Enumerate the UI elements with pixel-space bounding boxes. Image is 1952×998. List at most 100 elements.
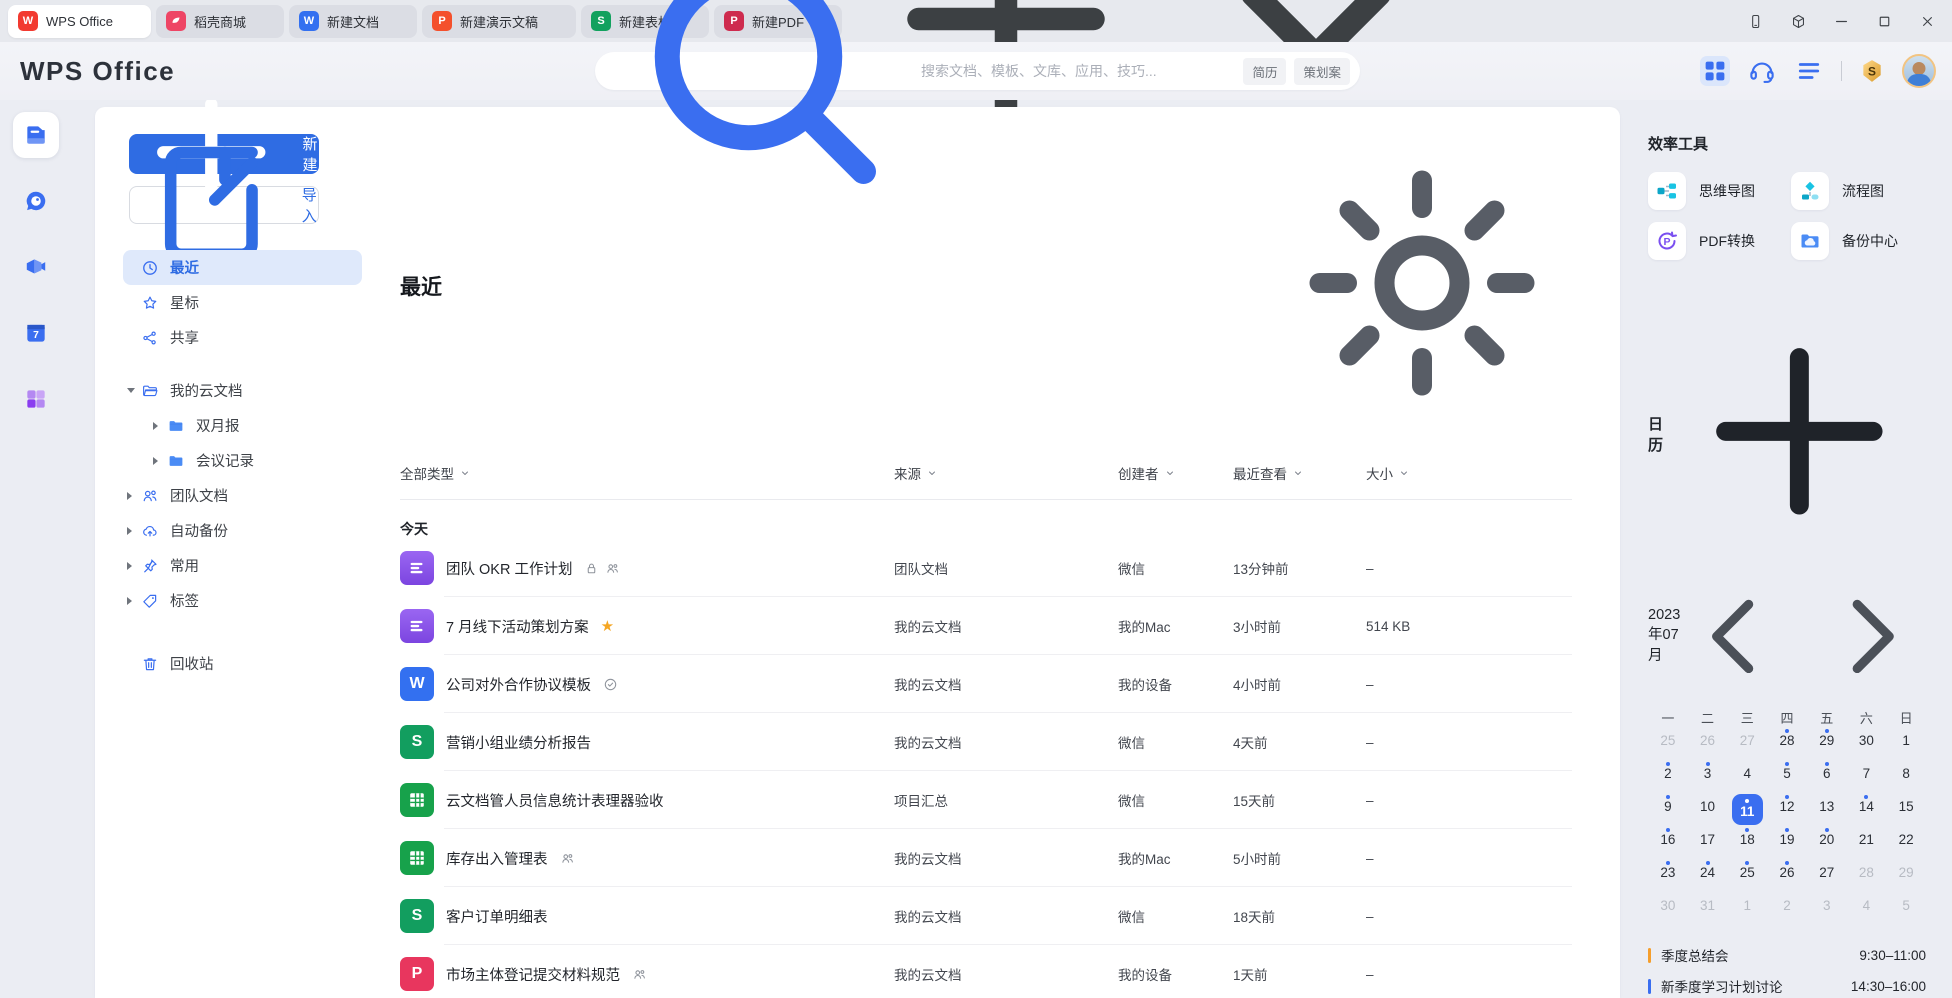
calendar-day-17[interactable]: 17 — [1688, 826, 1728, 859]
calendar-day-24[interactable]: 24 — [1688, 859, 1728, 892]
calendar-day-16[interactable]: 16 — [1648, 826, 1688, 859]
search-tag[interactable]: 简历 — [1243, 58, 1286, 85]
calendar-day-25[interactable]: 25 — [1727, 859, 1767, 892]
file-row[interactable]: 云文档管人员信息统计表理器验收项目汇总微信15天前– — [400, 771, 1572, 829]
sidebar-item-我的云文档[interactable]: 我的云文档 — [123, 373, 362, 408]
filter-全部类型[interactable]: 全部类型 — [400, 463, 471, 483]
calendar-day-18[interactable]: 18 — [1727, 826, 1767, 859]
calendar-day-11[interactable]: 11 — [1727, 793, 1767, 826]
import-button[interactable]: 导入 — [129, 186, 319, 224]
support-headset-button[interactable] — [1747, 56, 1777, 86]
calendar-day-28[interactable]: 28 — [1767, 727, 1807, 760]
caret-right-icon[interactable] — [153, 422, 167, 430]
calendar-day-10[interactable]: 10 — [1688, 793, 1728, 826]
rail-item-meeting[interactable] — [13, 244, 59, 290]
file-row[interactable]: P市场主体登记提交材料规范我的云文档我的设备1天前– — [400, 945, 1572, 998]
caret-right-icon[interactable] — [127, 492, 141, 500]
calendar-day-3[interactable]: 3 — [1807, 892, 1847, 925]
calendar-day-31[interactable]: 31 — [1688, 892, 1728, 925]
tool-mindmap[interactable]: 思维导图 — [1648, 167, 1783, 215]
tab-presentation[interactable]: P新建演示文稿 — [422, 5, 576, 38]
calendar-day-1[interactable]: 1 — [1886, 727, 1926, 760]
calendar-day-29[interactable]: 29 — [1807, 727, 1847, 760]
tool-pdf-convert[interactable]: PPDF转换 — [1648, 217, 1783, 265]
file-row[interactable]: S客户订单明细表我的云文档微信18天前– — [400, 887, 1572, 945]
sidebar-item-星标[interactable]: 星标 — [123, 285, 362, 320]
task-list-button[interactable] — [1794, 56, 1824, 86]
user-avatar[interactable] — [1902, 54, 1936, 88]
calendar-day-3[interactable]: 3 — [1688, 760, 1728, 793]
file-row[interactable]: S营销小组业绩分析报告我的云文档微信4天前– — [400, 713, 1572, 771]
file-row[interactable]: 7 月线下活动策划方案★我的云文档我的Mac3小时前514 KB — [400, 597, 1572, 655]
add-event-button[interactable] — [1673, 305, 1926, 563]
calendar-day-30[interactable]: 30 — [1847, 727, 1887, 760]
file-row[interactable]: 库存出入管理表我的云文档我的Mac5小时前– — [400, 829, 1572, 887]
tool-flowchart[interactable]: 流程图 — [1791, 167, 1926, 215]
sidebar-item-标签[interactable]: 标签 — [123, 583, 362, 618]
calendar-day-28[interactable]: 28 — [1847, 859, 1887, 892]
maximize-button[interactable] — [1876, 13, 1893, 30]
calendar-day-4[interactable]: 4 — [1727, 760, 1767, 793]
filter-大小[interactable]: 大小 — [1366, 463, 1410, 483]
calendar-day-14[interactable]: 14 — [1847, 793, 1887, 826]
calendar-day-27[interactable]: 27 — [1807, 859, 1847, 892]
workspace-button[interactable] — [1790, 13, 1807, 30]
rail-item-documents[interactable] — [13, 112, 59, 158]
tool-backup[interactable]: 备份中心 — [1791, 217, 1926, 265]
caret-down-icon[interactable] — [127, 388, 141, 393]
calendar-day-21[interactable]: 21 — [1847, 826, 1887, 859]
sidebar-item-自动备份[interactable]: 自动备份 — [123, 513, 362, 548]
calendar-day-26[interactable]: 26 — [1688, 727, 1728, 760]
caret-right-icon[interactable] — [127, 527, 141, 535]
sidebar-item-团队文档[interactable]: 团队文档 — [123, 478, 362, 513]
tab-docer[interactable]: 稻壳商城 — [156, 5, 284, 38]
filter-最近查看[interactable]: 最近查看 — [1233, 463, 1304, 483]
filter-来源[interactable]: 来源 — [894, 463, 938, 483]
sidebar-item-常用[interactable]: 常用 — [123, 548, 362, 583]
list-settings-gear-button[interactable] — [1272, 133, 1572, 438]
search-bar[interactable]: 简历策划案 — [595, 52, 1360, 90]
tab-wps-logo[interactable]: WWPS Office — [8, 5, 151, 38]
calendar-day-15[interactable]: 15 — [1886, 793, 1926, 826]
search-input[interactable] — [921, 63, 1243, 79]
calendar-day-5[interactable]: 5 — [1767, 760, 1807, 793]
rail-item-apps[interactable] — [13, 376, 59, 422]
calendar-day-26[interactable]: 26 — [1767, 859, 1807, 892]
calendar-day-30[interactable]: 30 — [1648, 892, 1688, 925]
calendar-day-7[interactable]: 7 — [1847, 760, 1887, 793]
calendar-day-9[interactable]: 9 — [1648, 793, 1688, 826]
file-row[interactable]: W公司对外合作协议模板我的云文档我的设备4小时前– — [400, 655, 1572, 713]
caret-right-icon[interactable] — [153, 457, 167, 465]
sidebar-item-双月报[interactable]: 双月报 — [123, 408, 362, 443]
caret-right-icon[interactable] — [127, 562, 141, 570]
mobile-sync-button[interactable] — [1747, 13, 1764, 30]
calendar-day-8[interactable]: 8 — [1886, 760, 1926, 793]
apps-grid-button[interactable] — [1700, 56, 1730, 86]
search-tag[interactable]: 策划案 — [1294, 58, 1350, 85]
calendar-day-23[interactable]: 23 — [1648, 859, 1688, 892]
calendar-day-19[interactable]: 19 — [1767, 826, 1807, 859]
caret-right-icon[interactable] — [127, 597, 141, 605]
calendar-day-5[interactable]: 5 — [1886, 892, 1926, 925]
calendar-day-1[interactable]: 1 — [1727, 892, 1767, 925]
calendar-day-13[interactable]: 13 — [1807, 793, 1847, 826]
vip-badge[interactable]: S — [1859, 58, 1885, 84]
calendar-day-22[interactable]: 22 — [1886, 826, 1926, 859]
calendar-day-6[interactable]: 6 — [1807, 760, 1847, 793]
rail-item-chat[interactable] — [13, 178, 59, 224]
calendar-day-29[interactable]: 29 — [1886, 859, 1926, 892]
event-item[interactable]: 季度总结会9:30–11:00 — [1648, 940, 1926, 971]
tab-writer[interactable]: W新建文档 — [289, 5, 417, 38]
filter-创建者[interactable]: 创建者 — [1118, 463, 1176, 483]
calendar-day-4[interactable]: 4 — [1847, 892, 1887, 925]
sidebar-item-共享[interactable]: 共享 — [123, 320, 362, 355]
close-button[interactable] — [1919, 13, 1936, 30]
sidebar-item-最近[interactable]: 最近 — [123, 250, 362, 285]
sidebar-item-会议记录[interactable]: 会议记录 — [123, 443, 362, 478]
calendar-day-2[interactable]: 2 — [1767, 892, 1807, 925]
calendar-day-12[interactable]: 12 — [1767, 793, 1807, 826]
calendar-day-20[interactable]: 20 — [1807, 826, 1847, 859]
calendar-day-2[interactable]: 2 — [1648, 760, 1688, 793]
calendar-prev-button[interactable] — [1680, 579, 1790, 694]
file-row[interactable]: 团队 OKR 工作计划团队文档微信13分钟前– — [400, 539, 1572, 597]
